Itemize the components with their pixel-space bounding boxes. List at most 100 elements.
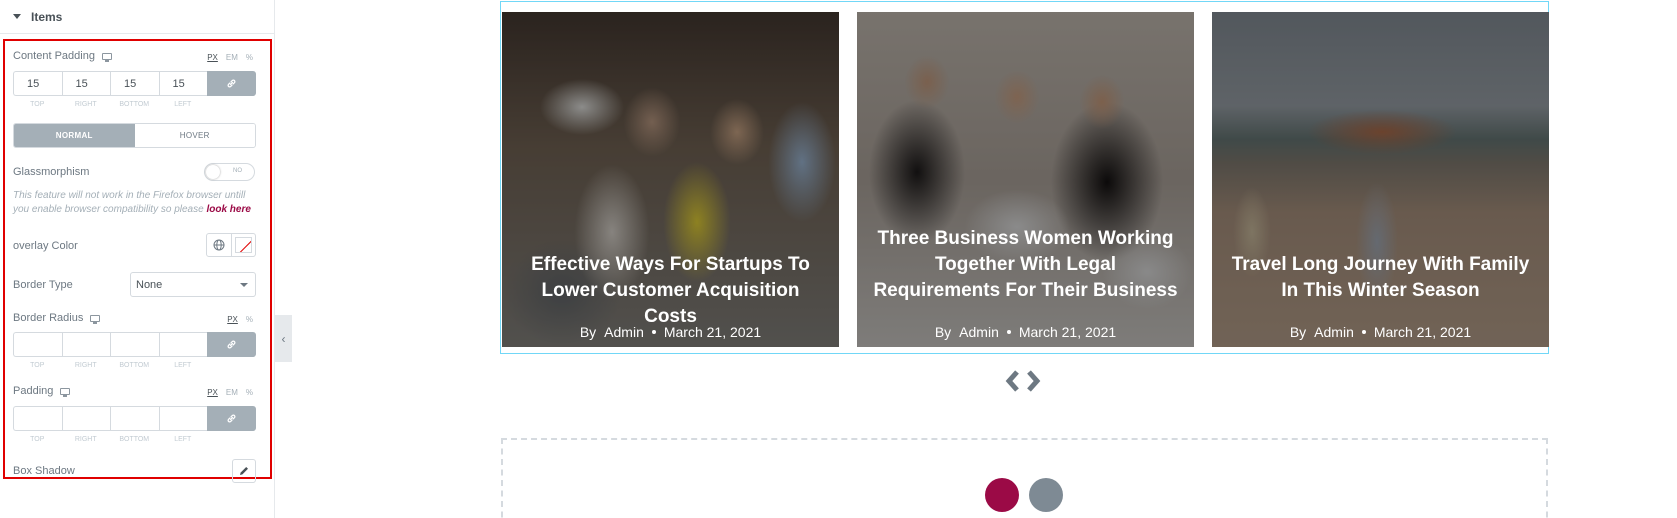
link-icon <box>227 79 236 88</box>
content-padding-label: Content Padding <box>13 50 112 62</box>
unit-em[interactable]: EM <box>226 53 238 62</box>
side-label-right: RIGHT <box>74 101 97 108</box>
link-icon <box>227 340 236 349</box>
border-radius-label: Border Radius <box>13 312 101 324</box>
author-link[interactable]: Admin <box>1314 324 1354 340</box>
content-padding-inputs: 15 15 15 15 <box>13 71 256 96</box>
add-template-button[interactable] <box>1029 478 1063 512</box>
border-radius-units: PX % <box>227 315 253 324</box>
editor-panel: Items Content Padding PX EM % 15 15 15 1… <box>0 0 275 518</box>
chevron-right-icon[interactable] <box>1024 369 1042 393</box>
post-meta: By Admin March 21, 2021 <box>857 324 1194 340</box>
box-shadow-label: Box Shadow <box>13 465 75 477</box>
global-colors-button[interactable] <box>207 234 232 256</box>
unit-px[interactable]: PX <box>227 315 238 324</box>
by-label: By <box>579 324 597 340</box>
glassmorphism-label: Glassmorphism <box>13 166 90 178</box>
overlay-color-label: overlay Color <box>13 240 78 252</box>
chevron-down-icon <box>240 283 248 287</box>
post-card[interactable]: Three Business Women Working Together Wi… <box>857 12 1194 347</box>
border-radius-right-input[interactable] <box>61 332 110 357</box>
by-label: By <box>934 324 952 340</box>
separator-dot <box>1361 330 1366 334</box>
border-radius-side-labels: TOP RIGHT BOTTOM LEFT <box>13 362 207 369</box>
border-radius-top-input[interactable] <box>13 332 62 357</box>
post-card[interactable]: Effective Ways For Startups To Lower Cus… <box>502 12 839 347</box>
post-card[interactable]: Travel Long Journey With Family In This … <box>1212 12 1549 347</box>
side-label-top: TOP <box>30 436 45 443</box>
link-values-button[interactable] <box>207 71 256 96</box>
border-radius-label-text: Border Radius <box>13 312 84 324</box>
tab-hover[interactable]: HOVER <box>134 124 255 147</box>
desktop-icon[interactable] <box>101 52 112 62</box>
chevron-left-icon[interactable] <box>1004 369 1022 393</box>
content-padding-label-text: Content Padding <box>13 50 95 62</box>
padding-label: Padding <box>13 385 71 397</box>
post-meta: By Admin March 21, 2021 <box>502 324 839 340</box>
toggle-knob <box>206 165 220 179</box>
pencil-icon <box>240 467 248 475</box>
content-padding-bottom-input[interactable]: 15 <box>110 71 159 96</box>
side-label-left: LEFT <box>174 436 192 443</box>
post-date: March 21, 2021 <box>1373 324 1472 340</box>
content-padding-left-input[interactable]: 15 <box>158 71 207 96</box>
padding-units: PX EM % <box>207 388 253 397</box>
section-title: Items <box>31 9 63 24</box>
post-carousel: Effective Ways For Startups To Lower Cus… <box>500 1 1549 354</box>
padding-inputs <box>13 406 256 431</box>
link-values-button[interactable] <box>207 406 256 431</box>
padding-left-input[interactable] <box>158 406 207 431</box>
border-type-label: Border Type <box>13 279 73 291</box>
padding-right-input[interactable] <box>61 406 110 431</box>
padding-top-input[interactable] <box>13 406 62 431</box>
border-radius-bottom-input[interactable] <box>110 332 159 357</box>
border-type-select[interactable]: None <box>130 272 256 297</box>
unit-percent[interactable]: % <box>246 315 253 324</box>
add-section-dropzone <box>501 438 1548 518</box>
post-title[interactable]: Travel Long Journey With Family In This … <box>1226 252 1535 304</box>
content-padding-right-input[interactable]: 15 <box>61 71 110 96</box>
padding-bottom-input[interactable] <box>110 406 159 431</box>
globe-icon <box>213 239 225 251</box>
unit-percent[interactable]: % <box>246 388 253 397</box>
post-title[interactable]: Effective Ways For Startups To Lower Cus… <box>516 252 825 330</box>
by-label: By <box>1289 324 1307 340</box>
side-label-left: LEFT <box>174 101 192 108</box>
editor-stage: Items Content Padding PX EM % 15 15 15 1… <box>0 0 1677 518</box>
padding-label-text: Padding <box>13 385 54 397</box>
border-radius-inputs <box>13 332 256 357</box>
state-tabs: NORMAL HOVER <box>13 123 256 148</box>
border-radius-left-input[interactable] <box>158 332 207 357</box>
content-padding-top-input[interactable]: 15 <box>13 71 62 96</box>
post-title[interactable]: Three Business Women Working Together Wi… <box>871 226 1180 304</box>
desktop-icon[interactable] <box>90 314 101 324</box>
side-label-bottom: BOTTOM <box>119 362 150 369</box>
color-swatch[interactable] <box>235 237 252 253</box>
unit-px[interactable]: PX <box>207 388 218 397</box>
side-label-bottom: BOTTOM <box>119 101 150 108</box>
toggle-text: NO <box>233 168 242 174</box>
chevron-left-icon: ‹ <box>281 331 286 346</box>
link-values-button[interactable] <box>207 332 256 357</box>
side-label-left: LEFT <box>174 362 192 369</box>
side-label-right: RIGHT <box>74 436 97 443</box>
unit-px[interactable]: PX <box>207 53 218 62</box>
panel-collapse-button[interactable]: ‹ <box>275 315 292 362</box>
firefox-note: This feature will not work in the Firefo… <box>13 189 260 217</box>
items-section-header[interactable]: Items <box>0 0 275 34</box>
separator-dot <box>1006 330 1011 334</box>
side-label-top: TOP <box>30 101 45 108</box>
glassmorphism-toggle[interactable]: NO <box>204 163 255 181</box>
box-shadow-edit-button[interactable] <box>232 459 256 483</box>
add-section-button[interactable] <box>985 478 1019 512</box>
author-link[interactable]: Admin <box>604 324 644 340</box>
unit-percent[interactable]: % <box>246 53 253 62</box>
overlay-color-control <box>206 233 256 257</box>
link-icon <box>227 414 236 423</box>
look-here-link[interactable]: look here <box>206 204 250 215</box>
unit-em[interactable]: EM <box>226 388 238 397</box>
desktop-icon[interactable] <box>60 387 71 397</box>
author-link[interactable]: Admin <box>959 324 999 340</box>
tab-normal[interactable]: NORMAL <box>14 124 135 147</box>
side-label-top: TOP <box>30 362 45 369</box>
